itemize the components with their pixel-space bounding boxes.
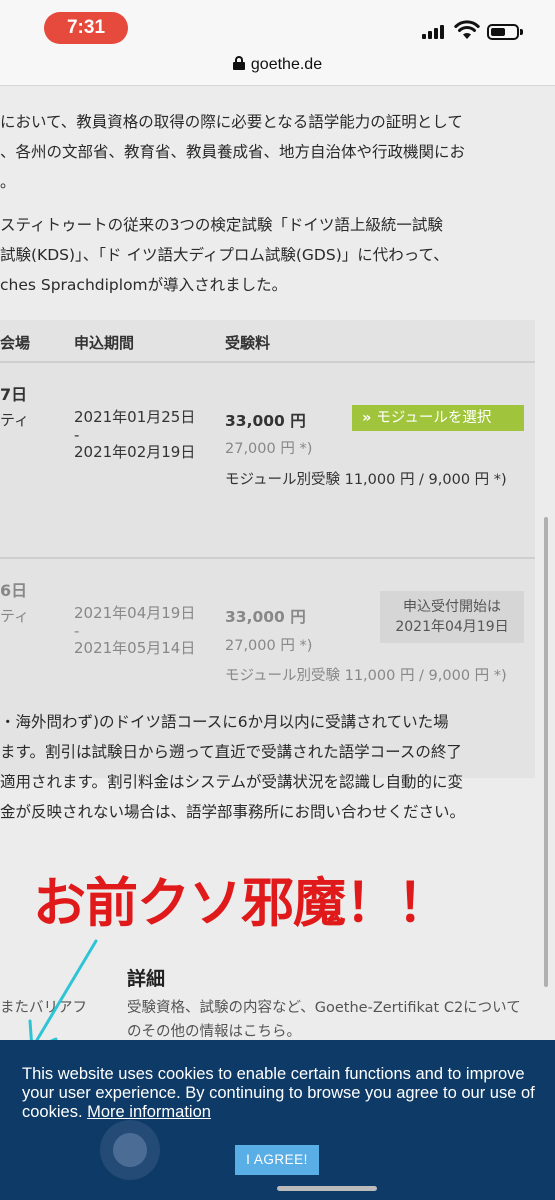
table-header: 会場 申込期間 受験料: [0, 320, 535, 363]
fee-module: モジュール別受験 11,000 円 / 9,000 円 *): [225, 668, 507, 684]
fee-discount: 27,000 円 *): [225, 638, 313, 654]
url-bar[interactable]: goethe.de: [0, 50, 555, 86]
status-bar: 7:31: [0, 0, 555, 50]
intro-1-line-1: において、教員資格の取得の際に必要となる語学能力の証明として: [0, 113, 463, 131]
period-end: 2021年05月14日: [74, 639, 196, 657]
pending-line-2: 2021年04月19日: [395, 619, 509, 635]
row-venue: ティ: [0, 607, 30, 625]
cookie-message: This website uses cookies to enable cert…: [22, 1065, 542, 1122]
fee-module: モジュール別受験 11,000 円 / 9,000 円 *): [225, 472, 507, 488]
intro-paragraph-2: スティトゥートの従来の3つの検定試験「ドイツ語上級統一試験 試験(KDS)」、「…: [0, 210, 535, 300]
cellular-signal-icon: [422, 23, 448, 39]
fee-discount: 27,000 円 *): [225, 441, 313, 457]
home-indicator[interactable]: [277, 1186, 377, 1191]
period-start: 2021年01月25日: [74, 408, 196, 426]
lock-icon: [232, 56, 245, 70]
assistive-touch-button[interactable]: [100, 1120, 160, 1180]
period-end: 2021年02月19日: [74, 443, 196, 461]
row-date: 6日: [0, 581, 28, 600]
period-dash: -: [74, 622, 80, 640]
intro-2-line-2: 試験(KDS)」、「ド イツ語大ディプロム試験(GDS)」に代わって、: [0, 246, 449, 264]
period-dash: -: [74, 426, 80, 444]
discount-line-1: ・海外問わず)のドイツ語コースに6か月以内に受講されていた場: [0, 713, 449, 731]
discount-line-2: ます。割引は試験日から遡って直近で受講された語学コースの終了: [0, 743, 462, 761]
page-scrollbar[interactable]: [544, 517, 548, 987]
fee-main: 33,000 円: [225, 608, 306, 626]
header-fee: 受験料: [225, 334, 271, 352]
row-venue: ティ: [0, 411, 30, 429]
intro-paragraph-1: において、教員資格の取得の際に必要となる語学能力の証明として 、各州の文部省、教…: [0, 107, 535, 197]
intro-1-line-2: 、各州の文部省、教育省、教員養成省、地方自治体や行政機関にお: [0, 143, 466, 161]
wifi-icon: [454, 20, 480, 39]
pending-line-1: 申込受付開始は: [403, 599, 501, 615]
annotation-text: お前クソ邪魔！！: [33, 873, 450, 934]
row-period: 2021年04月19日 - 2021年05月14日: [74, 603, 195, 659]
cookie-banner: This website uses cookies to enable cert…: [0, 1040, 555, 1200]
registration-pending-badge: 申込受付開始は 2021年04月19日: [380, 591, 524, 643]
header-period: 申込期間: [74, 334, 135, 352]
select-module-button[interactable]: » モジュールを選択: [352, 405, 524, 431]
detail-title: 詳細: [127, 968, 166, 990]
discount-line-3: 適用されます。割引料金はシステムが受講状況を認識し自動的に変: [0, 773, 463, 791]
period-start: 2021年04月19日: [74, 604, 196, 622]
intro-2-line-1: スティトゥートの従来の3つの検定試験「ドイツ語上級統一試験: [0, 216, 443, 234]
table-row: 7日 ティ 2021年01月25日 - 2021年02月19日 33,000 円…: [0, 365, 535, 557]
header-venue: 会場: [0, 334, 31, 352]
intro-1-line-3: 。: [0, 173, 16, 191]
detail-link-text[interactable]: 受験資格、試験の内容など、Goethe-Zertifikat C2についてのその…: [127, 996, 532, 1044]
agree-button[interactable]: I AGREE!: [235, 1145, 319, 1175]
discount-line-4: 金が反映されない場合は、語学部事務所にお問い合わせください。: [0, 803, 466, 821]
battery-icon: [487, 24, 523, 40]
fee-main: 33,000 円: [225, 412, 306, 430]
select-module-label: モジュールを選択: [376, 410, 492, 426]
intro-2-line-3: ches Sprachdiplomが導入されました。: [0, 276, 288, 294]
row-period: 2021年01月25日 - 2021年02月19日: [74, 407, 195, 463]
discount-note: ・海外問わず)のドイツ語コースに6か月以内に受講されていた場 ます。割引は試験日…: [0, 707, 535, 827]
double-chevron-right-icon: »: [362, 410, 372, 426]
url-domain: goethe.de: [250, 56, 323, 73]
status-time[interactable]: 7:31: [44, 12, 128, 44]
more-information-link[interactable]: More information: [87, 1103, 211, 1121]
row-date: 7日: [0, 385, 28, 404]
